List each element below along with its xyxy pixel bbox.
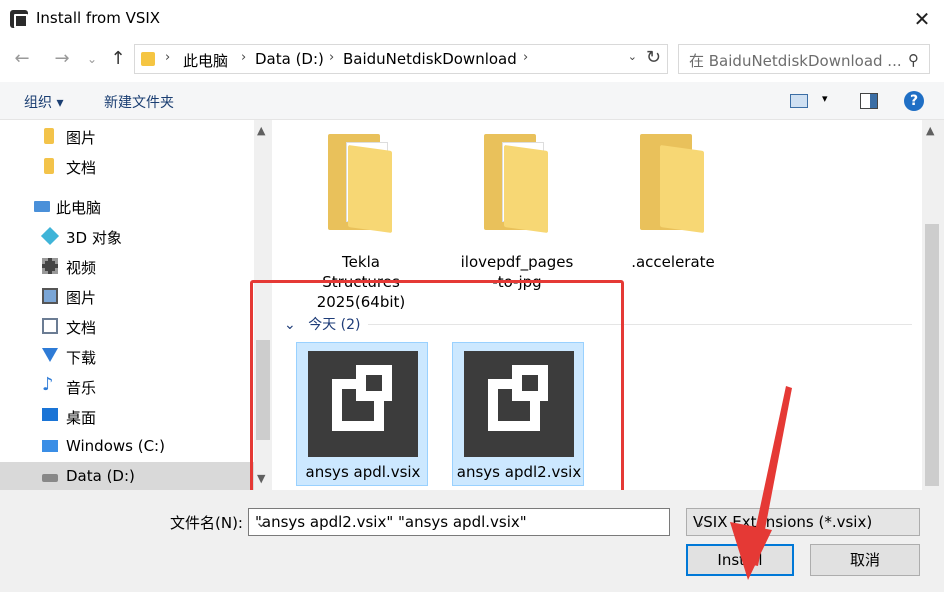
nav-label: 桌面 bbox=[66, 409, 97, 427]
install-button[interactable]: Install bbox=[686, 544, 794, 576]
folder-icon bbox=[44, 158, 54, 174]
video-icon bbox=[42, 258, 58, 274]
nav-label: Data (D:) bbox=[66, 467, 135, 485]
desktop-icon bbox=[42, 408, 58, 421]
nav-label: 3D 对象 bbox=[66, 229, 122, 247]
breadcrumb-data-drive[interactable]: Data (D:) bbox=[255, 50, 324, 68]
chevron-right-icon: › bbox=[523, 50, 529, 65]
window-title: Install from VSIX bbox=[36, 9, 161, 27]
chevron-right-icon: › bbox=[329, 50, 335, 65]
drive-icon bbox=[42, 474, 58, 482]
title-bar: Install from VSIX ✕ bbox=[0, 0, 944, 38]
chevron-down-icon[interactable]: ⌄ bbox=[628, 50, 637, 63]
search-icon: ⚲ bbox=[908, 51, 919, 69]
navigation-pane: 图片 文档 此电脑 3D 对象 视频 图片 文档 下载 ♪ 音乐 桌面 Wind… bbox=[0, 120, 254, 490]
scrollbar-thumb[interactable] bbox=[925, 224, 939, 486]
chevron-down-icon[interactable]: ⌄ bbox=[693, 513, 913, 531]
download-icon bbox=[42, 348, 58, 362]
nav-label: Windows (C:) bbox=[66, 437, 165, 455]
organize-menu-button[interactable]: 组织 ▾ bbox=[24, 92, 63, 112]
nav-label: 图片 bbox=[66, 289, 97, 307]
dialog-footer: 文件名(N): "ansys apdl2.vsix" "ansys apdl.v… bbox=[0, 490, 944, 592]
breadcrumb-baidu-folder[interactable]: BaiduNetdiskDownload bbox=[343, 50, 517, 68]
chevron-right-icon: › bbox=[165, 50, 171, 65]
pc-icon bbox=[34, 201, 50, 212]
nav-item-pictures[interactable]: 图片 bbox=[0, 282, 254, 310]
new-folder-button[interactable]: 新建文件夹 bbox=[104, 92, 174, 112]
nav-item-videos[interactable]: 视频 bbox=[0, 252, 254, 280]
nav-item-music[interactable]: ♪ 音乐 bbox=[0, 372, 254, 400]
forward-arrow-icon[interactable]: → bbox=[50, 48, 74, 72]
search-input[interactable]: 在 BaiduNetdiskDownload ... bbox=[689, 50, 902, 71]
folder-icon bbox=[44, 128, 54, 144]
nav-label: 音乐 bbox=[66, 379, 97, 397]
nav-label: 图片 bbox=[66, 129, 97, 147]
recent-chevron-icon[interactable]: ⌄ bbox=[80, 48, 104, 72]
nav-item-data-d[interactable]: Data (D:) bbox=[0, 462, 254, 490]
nav-item-this-pc[interactable]: 此电脑 bbox=[0, 192, 254, 220]
folder-icon bbox=[328, 130, 394, 234]
preview-pane-icon[interactable] bbox=[860, 93, 878, 109]
nav-item-windows-c[interactable]: Windows (C:) bbox=[0, 432, 254, 460]
nav-label: 此电脑 bbox=[56, 199, 102, 217]
content-scrollbar[interactable]: ▲ bbox=[922, 120, 942, 490]
address-bar[interactable]: › 此电脑 › Data (D:) › BaiduNetdiskDownload… bbox=[134, 44, 668, 74]
pictures-icon bbox=[42, 288, 58, 304]
folder-icon bbox=[484, 130, 550, 234]
nav-item-documents-quick[interactable]: 文档 bbox=[0, 152, 254, 180]
nav-item-pictures-quick[interactable]: 图片 bbox=[0, 122, 254, 150]
nav-label: 文档 bbox=[66, 319, 97, 337]
nav-item-downloads[interactable]: 下载 bbox=[0, 342, 254, 370]
filename-input[interactable]: "ansys apdl2.vsix" "ansys apdl.vsix" ⌄ bbox=[248, 508, 670, 536]
annotation-highlight-box bbox=[250, 280, 624, 500]
nav-label: 文档 bbox=[66, 159, 97, 177]
vscode-app-icon bbox=[10, 10, 28, 28]
chevron-down-icon[interactable]: ⌄ bbox=[255, 513, 663, 531]
scroll-up-icon[interactable]: ▲ bbox=[257, 124, 265, 137]
3d-objects-icon bbox=[40, 226, 60, 246]
file-type-select[interactable]: VSIX Extensions (*.vsix) ⌄ bbox=[686, 508, 920, 536]
nav-item-desktop[interactable]: 桌面 bbox=[0, 402, 254, 430]
up-arrow-icon[interactable]: ↑ bbox=[106, 48, 130, 72]
scroll-up-icon[interactable]: ▲ bbox=[926, 124, 934, 137]
nav-item-3d-objects[interactable]: 3D 对象 bbox=[0, 222, 254, 250]
help-icon[interactable]: ? bbox=[904, 91, 924, 111]
filename-label: 文件名(N): bbox=[170, 514, 243, 532]
folder-icon bbox=[141, 52, 155, 66]
windows-drive-icon bbox=[42, 440, 58, 452]
nav-label: 下载 bbox=[66, 349, 97, 367]
view-mode-icon[interactable] bbox=[790, 94, 808, 108]
chevron-down-icon[interactable]: ▾ bbox=[822, 92, 828, 105]
chevron-right-icon: › bbox=[241, 50, 247, 65]
close-button[interactable]: ✕ bbox=[908, 6, 936, 32]
folder-icon bbox=[640, 130, 706, 234]
address-bar-row: ← → ⌄ ↑ › 此电脑 › Data (D:) › BaiduNetdisk… bbox=[0, 38, 944, 82]
breadcrumb-this-pc[interactable]: 此电脑 bbox=[183, 50, 228, 71]
command-toolbar: 组织 ▾ 新建文件夹 ▾ ? bbox=[0, 82, 944, 120]
refresh-icon[interactable]: ↻ bbox=[646, 47, 661, 68]
back-arrow-icon[interactable]: ← bbox=[10, 48, 34, 72]
nav-label: 视频 bbox=[66, 259, 97, 277]
nav-item-documents[interactable]: 文档 bbox=[0, 312, 254, 340]
search-box[interactable]: 在 BaiduNetdiskDownload ... ⚲ bbox=[678, 44, 930, 74]
documents-icon bbox=[42, 318, 58, 334]
cancel-button[interactable]: 取消 bbox=[810, 544, 920, 576]
music-icon: ♪ bbox=[42, 374, 54, 395]
folder-label: .accelerate bbox=[631, 253, 715, 271]
